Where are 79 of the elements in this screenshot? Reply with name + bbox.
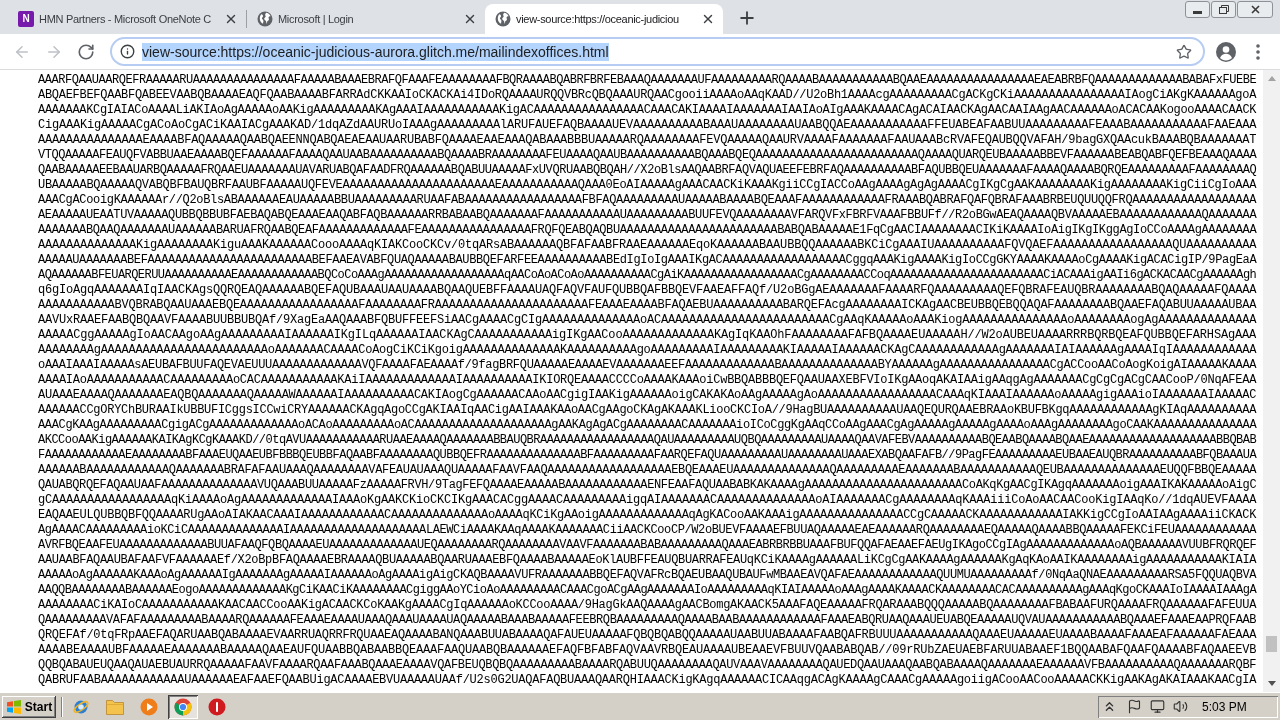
source-line: AVRFBQEAAFEUAAAAAAAAAAAAABUUAFAAQFQBQAAAAEUAAAAAAAAAAAAAUEQAAAAAAAARQAAAAAAAAVAAVFAAAAAAABABAAAAAAAAAQAAAEABRBRBBUAAAFBUFQQAFAEAAEFAEUgIKAgoCCgIAgAAAAAAAAAAAAAoAQBAAAAAAVUUBFRQRQEF <box>38 538 1257 553</box>
taskbar-app-button[interactable] <box>168 694 198 719</box>
source-line: QAABAAAAAEEBAAUARBQAAAAAFRQAAEUAAAAAAAUAVARUABQAFAADFRQAAAAAABQABUUAAAAAFxUVQRUAABQBQAH//X2oBlsAAQAABRFAQVAQUAEEFEBRFAQAAAAAAAAAABFAQUBBQEUAAAAAAAFAAAAQAAAABQRQEAAAAAAAAAFAAAAAAAAQ <box>38 163 1257 178</box>
source-line: FAAAAAAAAAAAAEAAAAAAAABFAAAEUQAAEUBFBBBQEUBBFAQAABFAAAAAAAAQUBBQEFRAAAAAAAAAAAAAABFAAAAAAAAAFAARQEFAQUAAAAAAAAAUAAAAAAAAUAAAEXABQAAFAFB//9PagFEAAAAAAAAAEUBAAEAUQBRAAAAAAAAAABFQBAAAUA <box>38 448 1257 463</box>
plus-icon <box>737 8 757 28</box>
globe-icon <box>257 11 273 27</box>
source-line: AKCCooAAKigAAAAAAKAIKAgKCgKAAAKD//0tqAVUAAAAAAAAAAARUAAEAAAAQAAAAAAABBAUQBRAAAAAAAAAAAAAAAAAQAUAAAAAAAAAUQBQAAAAAAAAAUAAAAQAAVAFEBVAAAAAAAAAABQEAABQAAAABQAAEAAAAAAAAAAAAAAAAAAABBQBAB <box>38 433 1257 448</box>
close-icon <box>1250 5 1260 14</box>
source-line: ABQAEFBEFQAABFQABEEVAABQBAAAAEAQFQAABAAAABFARRAdCKKAAIoCKACKAi4IDoRQAAAAURQQVBRcQBQAAAURQAACgooiiAAAAoAAqKAAD//U2oBh1AAAAcgAAAAAAAAACgACKgCKiAAAAAAAAAAAAAAAAIAogCiAKgKAAAAAAgoA <box>38 88 1257 103</box>
source-line: QABRUFAABAAAAAAAAAAAAUAAAAAAEAFAAEFQAABUigACAAAAEBVUAAAAAUAAf/U2s0G2UAQAFAQBUAAAQAARQHIAAACKigKAgqAAAAAACICAAqgACAgKAAAAgCAAACgAAAAAgoiigACooAACooAAAAACKKigAAKAgAKAIAAAKAACgIA <box>38 673 1257 688</box>
source-line: AAAAAAAKCgIAIACoAAAALiAKIAoAgAAAAAoAAKigAAAAAAAAAKAgAAAIAAAAAAAAAAAKigACAAAAAAAAAAAAAAAACAAACAKIAAAAIAAAAAAAIAAIAoAIgAAAKAAAACAgACAIAACKAgAACAAIAAgAACAAAAAAoACACAAKogooAAAACAACK <box>38 103 1257 118</box>
source-line: EAQAAEULQUBBQBFQQAAAARUgAAoAIAKAACAAAIAAAAAAAAAAAACAAAAAAAAAAAAAAoAAAAqKCiKgAAoigAAAAAAAAAAAAAqAgKACooAAKAAAigAAAAAAAAAAAAAAACCgCAAAAACKAAAAAAAAAAAAIAKKigCCgIoAAIAAgAAAAiiCKACK <box>38 508 1257 523</box>
monitor-icon[interactable] <box>1150 699 1165 714</box>
info-icon[interactable] <box>120 44 135 59</box>
source-line: q6gIoAgqAAAAAAAIqIAACKAgsQQRQEAQAAAAAABQEFAQUBAAAUAAUAAAABQAAQUEBFFAAAAUAQFAQVFAUFQUBBQAFBBQEVFAAEAFFAQf/U2oBGgAEAAAAAAAFAAAARFQAAAAAAAAAQEFQBRAFEAUQBRAAAAAAAABQAQAAAAAFQAAAA <box>38 283 1257 298</box>
source-line: AAAAAACCgORYChBURAAIkUBBUFICggsICCwiCRYAAAAAACKAgqAgoCCgAKIAAIqAACigAAIAAAKAAoAACgAAgoCKAgAKAAAKLiooCKCIoA//9HagBUAAAAAAAAAAUAAQEQURQAAEBRAAoKBUFBKgqAAAAAAAAAAAAgKIAqAAAAAAAAAA <box>38 403 1257 418</box>
source-line: AAACgACooigKAAAAAAr//Q2oBlsABAAAAAAEAUAAAAABBUAAAAAAAAARUAAFABAAAAAAAAAAAAAAAAAFBFAQAAAAAAAAAUAAAAABAAAABQEAAAFAAAAAAAAAAAAFRAAABQABRAFQAFQBRAFAAABRBEUQUUQQFRQAAAAAAAAAAAAAAAAAA <box>38 193 1257 208</box>
start-button[interactable]: Start <box>2 695 56 718</box>
menu-icon <box>1256 43 1260 60</box>
source-line: AAVUxRAAEFAABQBQAAVFAAAABUUBBUBQAf/9XagEaAAQAAABFQBUFFEEFSiAACgAAAACgCIgAAAAAAAAAAAAAAoACAAAAAAAAAAAAAAAAAAAAAAAACgAAqKAAAAAoAAAKiogAAAAAAAAAAAAAAAoAAAAAAAAogAgAAAAAAAAAAAAAA <box>38 313 1257 328</box>
globe-icon <box>495 11 511 27</box>
browser-tab[interactable]: N HMN Partners - Microsoft OneNote C <box>8 4 246 34</box>
browser-tab[interactable]: Microsoft | Login <box>247 4 485 34</box>
flag-icon[interactable] <box>1127 699 1142 714</box>
flag-logo-icon <box>5 699 22 714</box>
source-line: AAAAAAAACiKAIoCAAAAAAAAAAAKAACAACCooAAKigACAACKCoKAAKgAAAACgIqAAAAAAoKCCooAAAA/9HagGkAAQAAAAgAACBomgAKAACK5AAAFAQEAAAAAFRQARAAABQQQAAAAABQAAAAAAAAFBABAAFURQAAAAFRQAAAAAAFAFEUUA <box>38 598 1257 613</box>
source-line: VTQQAAAAAFEAUQFVABBUAAEAAAABQEFAAAAAAFAAAAQAAUAABAAAAAAAAAABQAAAABRAAAAAAAAFEUAAAAQAAUBAAAAAAAAAABQAAABQEQAAAAAAAAAAAAAAAAAAAAAAAAQAAAAQUARQEUBAAAAABBEVFAAAAAABEABQABFQEFBEAAAQAAAA <box>38 148 1257 163</box>
source-line: AQAAAAAABFEUARQERUUAAAAAAAAAAEAAAAAAAAAAAABQCoCoAAAgAAAAAAAAAAAAAAAAAAqAACoAoACoAoAAAAAAAAAACgAiKAAAAAAAAAAAAAAAAACgAAAAAAAACCoqAAAAAAAAAAAAAAAAAAAAAAACiACAAAigAAIi6gACKACAACgAAAAAAgh <box>38 268 1257 283</box>
close-icon <box>701 12 715 26</box>
source-line: AAAAAAAAAAABVQBRABQAAUAAAEBQEAAAAAAAAAAAAAAAAAFAAAAAAAAFRAAAAAAAAAAAAAAAAAAAAAAFEAAAEAAAABFAQAEBUAAAAAAAAAABARQEFAcgAAAAAAAAICKAgAACBEUBBQEBQQAQAFAAAAAAAABQAAEFAQABUUAAAAAUBAA <box>38 298 1257 313</box>
url-text: view-source:https://oceanic-judicious-aurora.glitch.me/mailindexoffices.html <box>142 42 609 61</box>
source-line: AgAAAACAAAAAAAAAioKCiCAAAAAAAAAAAAAAIAAAAAAAAAAAAAAAAAAAALAEWCiAAAAKAAqAAAAKAAAAAAACiiAACKCooCP/W2oBUEVFAAAAEFBUUAQAAAAAEAEAAAAAARQAAAAAAAAEQAAAAAQAAAABBQAAAAAFEKCiFEUAAAAAAAAAAAA <box>38 523 1257 538</box>
source-line: AAAAAAABQAAQAAAAAAAUAAAAAABARUAFRQAABQEAFAAAAAAAAAAAAAFEAAAAAAAAAAAAAAAAFRQFQEABQAQBUAAAAAAAAAAAAAAAAAAAAAAABABQABAAAAAE1FqCgAACIAAAAAAAACIKiKAAAAIoAigIKgIKggAgIoCCoAAAAgAAAAAAAA <box>38 223 1257 238</box>
source-line: oAAAIAAAIAAAAAsAEUBAFBUUFAQEVAEUUUAAAAAAAAAAAAAVQFAAAAFAEAAAAf/9fagBRFQUAAAAAEAAAAEVAAAAAAAEEFAAAAAAAAAAAAABAAAAAAAAAAAAAABYAAAAAAgAAAAAAAAAAAAAAAACgACCooAACoAogKoigAIAAAAAKAAAA <box>38 358 1257 373</box>
source-line: AAQQBAAAAAAAABAAAAAAEogoAAAAAAAAAAAAAKgCiKAACiKAAAAAAAACgiggAAoYCioAoAAAAAAAAACAAACgoACgAAgAAAAAAAIoAAAAAAAAAqKIAIAAAAAoAAAgAAAAKAAAACKAAAAAAAACACAAAAAAAAAAgAAAqKgoCKAAAIoIAAAAIAAAgA <box>38 583 1257 598</box>
clock: 5:03 PM <box>1202 698 1247 716</box>
source-line: AEAAAAAUEAATUVAAAAAQUBBQBBUBFAEBAQABQEAAAEAAQABFAQBAAAAAARRBABAABQAAAAAAAFAAAAAAAAAAAUAAAAAAAAABUUFEVQAAAAAAAAVFARQVFxFBRFVAAAFBBUFf//R2oBGwAEAQAAAAQBVAAAAAEBAAAAAAAAAAAAQAAAAAAA <box>38 208 1257 223</box>
avatar-icon <box>1216 41 1236 62</box>
source-line: AAAAIAoAAAAAAAAAAACAAAAAAAAAoCACAAAAAAAAAAAKAiIAAAAAAAAAAAAAIAAAAAAAAAAIKIORQEAAAACCCCoAAAAKAAAoiCwBBQABBBQEFQAAUAAXEBFVIoIKgAAoqAKAIAAigAAqgAgAAAAAAACgCgCgACgCAACooP/0NqAFEAA <box>38 373 1257 388</box>
folder-icon <box>106 698 124 715</box>
source-line: AAARFQAAUAARQEFRAAAAARUAAAAAAAAAAAAAAAFAAAAABAAAEBRAFQFAAAFEAAAAAAAAFBQRAAAABQABRFBRFEBAAAQAAAAAAAUFAAAAAAAAARQAAAABAAAAAAAAAAABQAAEAAAAAAAAAAAAAAAAEAEABRBFQAAAAAAAAAAAAABABAFxFUEBE <box>38 73 1257 88</box>
source-line: QAUABQRQEFAQAAUAAFAAAAAAAAAAAAAAVUQAAABUUAAAAAFzAAAAAFRVH/9TagFEFQAAAAEAAAAABAAAAAAAAAAAAENFEAAFAQUAABABKAKAAAAgAAAAAAAAAAAAAAAAAAAAAAACoAKqKgAACgIKAgqAAAAAAAoigAAAIKAKAAAAAoAigC <box>38 478 1257 493</box>
source-line: AAAAAABAAAAAAAAAAAAQAAAAAAABRAFAFAAUAAAQAAAAAAAAVAFEAUAUAAAQUAAAAAFAAVFAAQAAAAAAAAAAAAAAAAAAEBQEAAAEUAAAAAAAAAAAAAAQAAAAAAAAAEAAAAAAABAAAAAAAAAAAQEUBAAAAAAAAAAAAAAEUQQFBBQEAAAAA <box>38 463 1257 478</box>
source-line: QAAAAAAAAAVAFAFAAAAAAAAABAAAARQAAAAAAFEAAAEAAAAUAAAQAAAUAAAAUAQAAAAABAAABAAAAAFEEBRQBAAAAAAAAAQAAAABAABAAAAAAAAAAAAFAAAEABQRUAAQAAAUEUABQEAAAAAUQVAUAAAAAAAAAAABQAAAEFAAAEAAPRQFAAB <box>38 613 1257 628</box>
browser-tab[interactable]: view-source:https://oceanic-judiciou <box>485 4 723 34</box>
source-line: AAUAABFAQAAUBAFAAFVFAAAAAAEf/X2oBpBFAQAAAAEBRAAAAQBUAAAAABQAARUAAAEBFQAAAABAAAAAEoKlAUBFFEAUQBUARRAFEAUqKCiKAAAAgAAAAAALiKCgCgAAKAAAAgAAAAAAKgAqKAoAAIKAAAAAAAAigAAAAAAAAAAAKIAIA <box>38 553 1257 568</box>
source-line: QQBQABAUEUQAAQAUAEBUAURRQAAAAAFAAVFAAAARQAAFAAABQAAAEAAAAVQAFBEUQBQBQAAAAAAAAABAAAARQABUUQAAAAAAAAQAUVAAAVAAAAAAAAQAUEDQAAUAAAQAABQABAAAAQAAAAAAAEAAAAAAVFBAAAAAAAAAAQAAAAAAARQBF <box>38 658 1257 673</box>
circle-logo-icon <box>174 697 192 716</box>
play-circle-icon <box>140 697 158 716</box>
triangle-down-icon[interactable] <box>1267 681 1276 686</box>
address-bar[interactable]: view-source:https://oceanic-judicious-aurora.glitch.me/mailindexoffices.html <box>110 37 1205 66</box>
source-line: UBAAAAABQAAAAAQVABQBFBAUQBRFAAUBFAAAAAUQFEVEAAAAAAAAAAAAAAAAAAAAAAEAAAAAAAAAAAQAAA0EoAIAAAAAgAAACAACKiKAAAKgiiCCgIACCoAAgAAAAgAgAgAAAACgIKgCgAAKAAAAAAAAKigAAAAAAAAKigCiiCgIoAAA <box>38 178 1257 193</box>
scrollbar[interactable] <box>1263 70 1280 692</box>
source-line: AUAAAEAAAAQAAAAAAAEAQBQAAAAAAAQAAAAAWAAAAAAIAAAAAAAAAACAKIAogCgAAAAAACAAoAACgigIAAKigAAAAAAoigCAKAKAoAAgAAAAAgAoAAAAAAAAAAAAAAAAACAAAqKIAAAIAAAAAAoAAAAAgigAAAioIAAAAAAAIAAAAAC <box>38 388 1257 403</box>
source-line: AAAAAUAAAAAAABEFAAAAAAAAAAAAAAAAAAAAAAAABEFAAEAVABFQUAQAAAAABAUBBQEFARFEEAAAAAAAAAABEdIgIoIgAAAIKgACAAAAAAAAAAAAAAAAAACggqAAAKigAAAAKigIoCCgGKYAAAAKAAAAoCgAAAAKigACACigIP/9PagEaA <box>38 253 1257 268</box>
close-icon <box>224 12 238 26</box>
reload-icon <box>77 42 95 61</box>
star-icon <box>1176 43 1192 60</box>
source-line: AAAAAAAAAAAAAAAEAAAABFAQAAAAAQAABQAEENNQABQAEAEAAUAARUBABFQAAAAEAAEAAAQABAAABBBUAAAAARQAAAAAAAAFEVQAAAAAQAAURVAAAAFAAAAAAAFAAUAAABcRVAFEQAUBQQVAFAH/9bagGXQAAcukBAAABQBAAAAAAAT <box>38 133 1257 148</box>
source-line: AAAAACggAAAAAgIoAACAAgoAAgAAAAAAAAAIAAAAAAIKgILqAAAAAAIAACKAgCAAAAAAAAAAAigIKgAACooAAAAAAAAAAAAAKAgIqKAAOhFAAAAAAAAFAFBQAAAAEUAAAAAH//W2oAUBEUAAAARRRBQRBQEAFQUBBQEFARHSAgAAA <box>38 328 1257 343</box>
source-line: AAACgKAAgAAAAAAAAACgigACgAAAAAAAAAAAAAoACAoAAAAAAAAAoACAAAAAAAAAAAAAAAAAAAAgAAKAgAgACgAAAAAAAACAAAAAAAioICoCggKgAAqCCoAAgAAACgAgAAAAAgAAAAAgAAAAoAAAgAAAAAAAAgoCAAKAAAAAAAAAAAAAAA <box>38 418 1257 433</box>
source-line: AAAAAoAgAAAAAAKAAAoAgAAAAAAIgAAAAAAAgAAAAAIAAAAAAoAgAAAAigAigCKAQBAAAAVUFRAAAAAAABBQEFAQVAFRcBQAEUBAAQUBAUFwMBAAEAVQAFAEAAAAAAAAAAAAQUUMUAAAAAAAAAf/0NqAaQNAEAAAAAAAAARSA5FQQUAQBVA <box>38 568 1257 583</box>
source-line: AAAAAAAAAAAAAAKigAAAAAAAAKiguAAAKAAAAAACoooAAAAqKIAKCooCKCv/0tqARsABAAAAAAQBFAFAABFRAAEAAAAAAEqoKAAAAAABAAUBBQQAAAAAABKCiCgAAAIUAAAAAAAAAAFQVQAEFAAAAAAAAAAAAAAAAAQUAAAAAAAAAA <box>38 238 1257 253</box>
speaker-icon[interactable] <box>1173 699 1188 714</box>
source-line: gCAAAAAAAAAAAAAAAAAqKiAAAAoAgAAAAAAAAAAAAAIAAAoKgAAKCKioCKCIKgAAACACggAAAACAAAAAAAAAigqAIAAAAAAACAAAAAAAAAAAAAAoAIAAAAAAACgAAAAAAAAqKAAAiiiCoAoAACAACooKigIAAqKo//1dqAUEVFAAAA <box>38 493 1257 508</box>
minimize-button[interactable] <box>1185 1 1210 18</box>
minimize-icon <box>1193 11 1202 14</box>
close-window-button[interactable] <box>1237 1 1273 18</box>
scrollbar-thumb[interactable] <box>1266 636 1277 652</box>
source-line: AAAABEAAAAUBFAAAAAEAAAAAAABAAAAAQAAEAUFQUAABBQABAABBQEAAAFAAQUAABQBAAAAAAEFAQFBFABFAQVAAVRBQEAUAAAAUBEAAEVFBUUVQAABABQAB//09rRUbZAEUAEBFARUUABAAEF1BQQAABAFQAAFQAAAABFAQAAEEVB <box>38 643 1257 658</box>
app-logo: N <box>18 11 34 27</box>
restore-button[interactable] <box>1211 1 1236 18</box>
close-icon <box>463 12 477 26</box>
source-line: CigAAAKigAAAAACgACoAoCgACiKAAIACgAAAKAD/1dqAZdAAURUoIAAAgAAAAAAAAAlARUFAUEFAQBAAAAUEVAAAAAAAAAABAAAUAAAAAAAAUAABQQAEAAAAAAAAAAAFFEUABEAFAABUUAAAAAAAAAFEAAABAAAAAAAAAAAFAAEAAA <box>38 118 1257 133</box>
source-line: QRQEFAf/0tqFRpAAEFAQARUAABQABAAAAEVAARRUAQRRFRQUAAEAQAAAABANQAAABUUABAAAAQAFAUEUAAAAAFQBQBQABQQAAAAAUAABUUABAAAAFAABQAFRBUUUAAAAAAAAAAAQAAAEUAAAAAEUAAAABAAAAFAAAEAFAAAAAAFAEAAA <box>38 628 1257 643</box>
bookmark-button[interactable] <box>1175 42 1193 61</box>
restore-icon <box>1218 5 1229 14</box>
source-line: AAAAAAAAgAAAAAAAAAAAAAAAAAAAAAAAAoAAAAAAACAAAACoAogCiKCiKgoigAAAAAAAAAAAAAAKAAAAAAAAAAgoAAAAAAAAAIAAAAAAAAAKIAAAAAIAAAAAACKAgCAAAAAAAAAAAAgAAAAAAAIAIAAAAAAgAAAAIqIAAAAAAAAAAAA <box>38 343 1257 358</box>
alert-circle-icon <box>208 697 226 716</box>
